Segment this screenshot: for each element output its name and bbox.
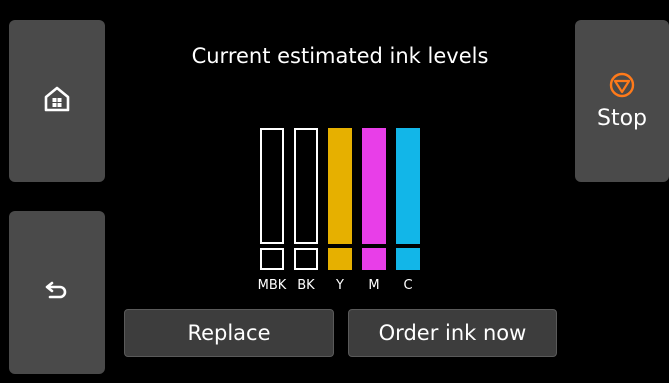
ink-label-c: C (403, 278, 413, 293)
home-button[interactable] (9, 20, 105, 182)
ink-cartridge-y (328, 248, 352, 270)
ink-tank-y (328, 128, 352, 244)
ink-tank-mbk (260, 128, 284, 244)
back-button[interactable] (9, 211, 105, 374)
ink-cartridge-c (396, 248, 420, 270)
stop-icon (609, 72, 635, 102)
page-title: Current estimated ink levels (191, 44, 489, 68)
ink-label-y: Y (336, 278, 344, 293)
ink-label-m: M (368, 278, 380, 293)
home-icon (44, 86, 70, 116)
ink-label-mbk: MBK (257, 278, 287, 293)
ink-level-fill-c (398, 130, 418, 242)
ink-tank-bk (294, 128, 318, 244)
stop-button[interactable]: Stop (575, 20, 669, 182)
replace-button[interactable]: Replace (124, 309, 334, 357)
order-ink-button[interactable]: Order ink now (348, 309, 557, 357)
ink-level-fill-m (364, 130, 384, 242)
ink-cartridge-mbk (260, 248, 284, 270)
ink-cartridge-m (362, 248, 386, 270)
ink-cartridge-bk (294, 248, 318, 270)
ink-tank-c (396, 128, 420, 244)
ink-level-fill-y (330, 130, 350, 242)
stop-label: Stop (596, 105, 647, 131)
back-arrow-icon (45, 281, 69, 305)
ink-tank-m (362, 128, 386, 244)
ink-label-bk: BK (297, 278, 315, 293)
